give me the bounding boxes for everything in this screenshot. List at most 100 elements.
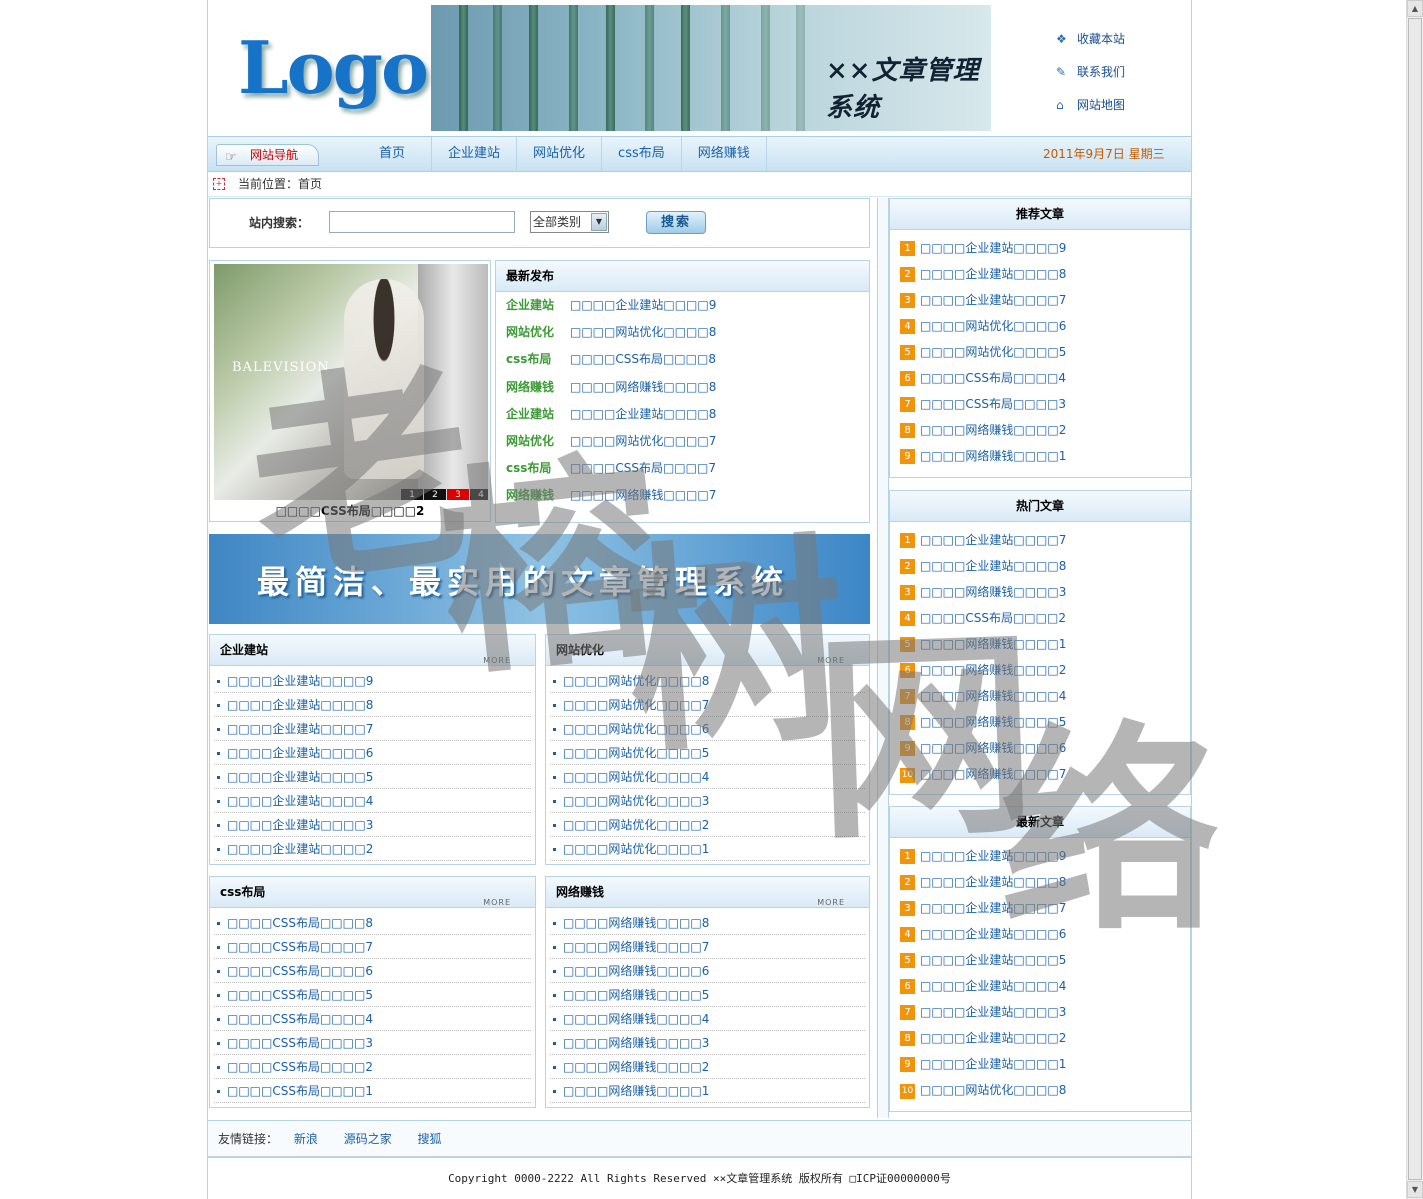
- more-link[interactable]: MORE: [817, 888, 845, 918]
- list-item[interactable]: □□□□网络赚钱□□□□6: [550, 959, 865, 983]
- rank-item[interactable]: 1 □□□□企业建站□□□□9: [890, 235, 1190, 261]
- rank-item-title[interactable]: □□□□企业建站□□□□5: [920, 953, 1066, 967]
- more-link[interactable]: MORE: [483, 646, 511, 676]
- rank-item[interactable]: 10 □□□□网络赚钱□□□□7: [890, 761, 1190, 787]
- list-item-title[interactable]: □□□□网站优化□□□□7: [563, 698, 709, 712]
- list-item-title[interactable]: □□□□网络赚钱□□□□8: [563, 916, 709, 930]
- rank-item-title[interactable]: □□□□CSS布局□□□□3: [920, 397, 1066, 411]
- rank-item[interactable]: 6 □□□□网络赚钱□□□□2: [890, 657, 1190, 683]
- rank-item[interactable]: 5 □□□□网站优化□□□□5: [890, 339, 1190, 365]
- list-item-title[interactable]: □□□□企业建站□□□□8: [227, 698, 373, 712]
- latest-row-category[interactable]: 网站优化: [506, 428, 570, 455]
- rank-item-title[interactable]: □□□□网络赚钱□□□□7: [920, 767, 1066, 781]
- chevron-down-icon[interactable]: ▼: [591, 213, 607, 231]
- list-item[interactable]: □□□□企业建站□□□□5: [214, 765, 531, 789]
- latest-row-category[interactable]: 网站优化: [506, 319, 570, 346]
- latest-row-title[interactable]: □□□□企业建站□□□□9: [570, 298, 716, 312]
- list-item-title[interactable]: □□□□网络赚钱□□□□1: [563, 1084, 709, 1098]
- rank-item[interactable]: 9 □□□□网络赚钱□□□□6: [890, 735, 1190, 761]
- list-item[interactable]: □□□□网站优化□□□□5: [550, 741, 865, 765]
- rank-item[interactable]: 6 □□□□企业建站□□□□4: [890, 973, 1190, 999]
- rank-item[interactable]: 3 □□□□网络赚钱□□□□3: [890, 579, 1190, 605]
- friend-link-mycodes[interactable]: 源码之家: [344, 1132, 392, 1146]
- nav-item-enterprise[interactable]: 企业建站: [432, 137, 518, 171]
- rank-item-title[interactable]: □□□□CSS布局□□□□4: [920, 371, 1066, 385]
- rank-item[interactable]: 1 □□□□企业建站□□□□7: [890, 527, 1190, 553]
- nav-item-money[interactable]: 网络赚钱: [682, 137, 767, 171]
- latest-row-category[interactable]: 企业建站: [506, 292, 570, 319]
- list-item[interactable]: □□□□网站优化□□□□2: [550, 813, 865, 837]
- rank-item[interactable]: 2 □□□□企业建站□□□□8: [890, 869, 1190, 895]
- list-item-title[interactable]: □□□□网站优化□□□□1: [563, 842, 709, 856]
- rank-item[interactable]: 5 □□□□网络赚钱□□□□1: [890, 631, 1190, 657]
- category-select[interactable]: 全部类别 ▼: [530, 211, 609, 233]
- rank-item-title[interactable]: □□□□企业建站□□□□7: [920, 901, 1066, 915]
- rank-item[interactable]: 4 □□□□企业建站□□□□6: [890, 921, 1190, 947]
- latest-row-title[interactable]: □□□□网络赚钱□□□□8: [570, 380, 716, 394]
- rank-item-title[interactable]: □□□□网络赚钱□□□□3: [920, 585, 1066, 599]
- rank-item-title[interactable]: □□□□网站优化□□□□8: [920, 1083, 1066, 1097]
- rank-item[interactable]: 2 □□□□企业建站□□□□8: [890, 553, 1190, 579]
- nav-item-home[interactable]: 首页: [353, 137, 433, 171]
- scroll-down-icon[interactable]: ▼: [1407, 1181, 1423, 1198]
- vertical-scrollbar[interactable]: ▲ ▼: [1406, 0, 1423, 1199]
- rank-item-title[interactable]: □□□□网站优化□□□□5: [920, 345, 1066, 359]
- list-item[interactable]: □□□□网站优化□□□□6: [550, 717, 865, 741]
- rank-item-title[interactable]: □□□□企业建站□□□□6: [920, 927, 1066, 941]
- rank-item-title[interactable]: □□□□企业建站□□□□3: [920, 1005, 1066, 1019]
- list-item[interactable]: □□□□网站优化□□□□7: [550, 693, 865, 717]
- rank-item[interactable]: 8 □□□□企业建站□□□□2: [890, 1025, 1190, 1051]
- list-item-title[interactable]: □□□□CSS布局□□□□4: [227, 1012, 373, 1026]
- list-item-title[interactable]: □□□□网站优化□□□□8: [563, 674, 709, 688]
- list-item-title[interactable]: □□□□企业建站□□□□2: [227, 842, 373, 856]
- rank-item[interactable]: 3 □□□□企业建站□□□□7: [890, 287, 1190, 313]
- list-item[interactable]: □□□□网络赚钱□□□□5: [550, 983, 865, 1007]
- latest-row-title[interactable]: □□□□网络赚钱□□□□7: [570, 488, 716, 502]
- nav-item-seo[interactable]: 网站优化: [517, 137, 603, 171]
- list-item[interactable]: □□□□企业建站□□□□2: [214, 837, 531, 861]
- list-item[interactable]: □□□□CSS布局□□□□3: [214, 1031, 531, 1055]
- more-link[interactable]: MORE: [817, 646, 845, 676]
- list-item-title[interactable]: □□□□企业建站□□□□5: [227, 770, 373, 784]
- rank-item[interactable]: 8 □□□□网络赚钱□□□□2: [890, 417, 1190, 443]
- rank-item[interactable]: 5 □□□□企业建站□□□□5: [890, 947, 1190, 973]
- list-item-title[interactable]: □□□□企业建站□□□□4: [227, 794, 373, 808]
- list-item[interactable]: □□□□网络赚钱□□□□7: [550, 935, 865, 959]
- slide-caption[interactable]: □□□□CSS布局□□□□2: [210, 501, 490, 521]
- latest-row-title[interactable]: □□□□网站优化□□□□8: [570, 325, 716, 339]
- latest-row-category[interactable]: css布局: [506, 346, 570, 373]
- list-item-title[interactable]: □□□□CSS布局□□□□7: [227, 940, 373, 954]
- list-item-title[interactable]: □□□□网站优化□□□□6: [563, 722, 709, 736]
- list-item[interactable]: □□□□CSS布局□□□□2: [214, 1055, 531, 1079]
- list-item[interactable]: □□□□企业建站□□□□6: [214, 741, 531, 765]
- rank-item-title[interactable]: □□□□企业建站□□□□8: [920, 875, 1066, 889]
- rank-item-title[interactable]: □□□□网络赚钱□□□□2: [920, 663, 1066, 677]
- list-item[interactable]: □□□□网络赚钱□□□□1: [550, 1079, 865, 1103]
- rank-item-title[interactable]: □□□□网络赚钱□□□□6: [920, 741, 1066, 755]
- rank-item-title[interactable]: □□□□企业建站□□□□8: [920, 559, 1066, 573]
- list-item-title[interactable]: □□□□企业建站□□□□6: [227, 746, 373, 760]
- rank-item[interactable]: 7 □□□□网络赚钱□□□□4: [890, 683, 1190, 709]
- top-link-sitemap[interactable]: ⌂ 网站地图: [1056, 88, 1176, 121]
- latest-row-title[interactable]: □□□□网站优化□□□□7: [570, 434, 716, 448]
- top-link-contact[interactable]: ✎ 联系我们: [1056, 55, 1176, 88]
- list-item[interactable]: □□□□网站优化□□□□3: [550, 789, 865, 813]
- list-item[interactable]: □□□□CSS布局□□□□7: [214, 935, 531, 959]
- rank-item[interactable]: 7 □□□□CSS布局□□□□3: [890, 391, 1190, 417]
- list-item-title[interactable]: □□□□企业建站□□□□7: [227, 722, 373, 736]
- list-item[interactable]: □□□□企业建站□□□□8: [214, 693, 531, 717]
- rank-item[interactable]: 6 □□□□CSS布局□□□□4: [890, 365, 1190, 391]
- search-input[interactable]: [329, 211, 515, 233]
- list-item[interactable]: □□□□网络赚钱□□□□3: [550, 1031, 865, 1055]
- top-link-bookmark[interactable]: ❖ 收藏本站: [1056, 22, 1176, 55]
- latest-row-category[interactable]: 网络赚钱: [506, 374, 570, 401]
- rank-item-title[interactable]: □□□□网络赚钱□□□□5: [920, 715, 1066, 729]
- list-item[interactable]: □□□□企业建站□□□□4: [214, 789, 531, 813]
- rank-item[interactable]: 8 □□□□网络赚钱□□□□5: [890, 709, 1190, 735]
- list-item-title[interactable]: □□□□网站优化□□□□2: [563, 818, 709, 832]
- rank-item-title[interactable]: □□□□企业建站□□□□8: [920, 267, 1066, 281]
- rank-item-title[interactable]: □□□□企业建站□□□□2: [920, 1031, 1066, 1045]
- search-button[interactable]: 搜索: [646, 211, 706, 234]
- rank-item-title[interactable]: □□□□企业建站□□□□9: [920, 849, 1066, 863]
- list-item-title[interactable]: □□□□CSS布局□□□□6: [227, 964, 373, 978]
